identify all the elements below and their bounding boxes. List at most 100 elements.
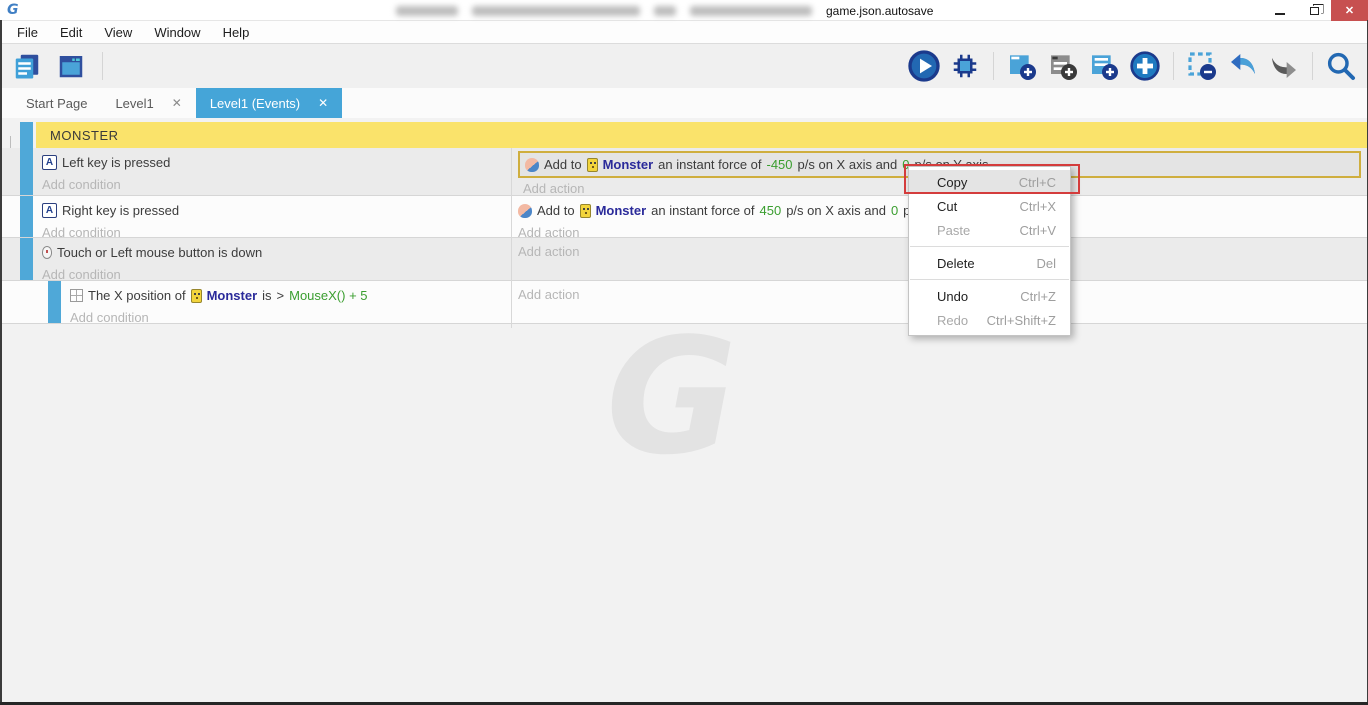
context-menu-item-delete[interactable]: Delete Del	[909, 251, 1070, 275]
menu-window[interactable]: Window	[143, 21, 211, 43]
text-part: p/s on X axis and	[786, 203, 886, 218]
event-bar	[20, 238, 33, 280]
undo-icon	[1227, 50, 1259, 82]
event-bar	[20, 196, 33, 237]
add-subevent-icon	[1088, 50, 1120, 82]
event-group-header[interactable]: MONSTER	[36, 122, 1368, 148]
delete-selection-icon	[1186, 50, 1218, 82]
text-part: Monster	[207, 288, 258, 303]
force-icon	[518, 204, 532, 218]
conditions-cell: A Left key is pressed Add condition	[36, 148, 512, 199]
menu-help[interactable]: Help	[212, 21, 261, 43]
add-comment-button[interactable]	[1046, 50, 1080, 82]
context-menu-item-undo[interactable]: Undo Ctrl+Z	[909, 284, 1070, 308]
text-part: Monster	[596, 203, 647, 218]
event-bar	[48, 281, 61, 323]
menu-file[interactable]: File	[6, 21, 49, 43]
tab-start-page[interactable]: Start Page	[12, 88, 101, 118]
text-part: Monster	[603, 157, 654, 172]
minimize-icon	[1275, 13, 1285, 15]
monster-icon	[587, 158, 598, 172]
monster-icon	[191, 289, 202, 303]
text-part: Add to	[544, 157, 582, 172]
tab-close-icon[interactable]: ✕	[318, 96, 328, 110]
tab-label: Level1 (Events)	[210, 96, 300, 111]
add-comment-icon	[1047, 50, 1079, 82]
add-event-icon	[1006, 50, 1038, 82]
title-bar: G game.json.autosave ✕	[0, 0, 1368, 21]
menu-bar: File Edit View Window Help	[0, 21, 1368, 44]
menu-item-shortcut: Ctrl+Z	[1020, 289, 1056, 304]
tab-bar: Start Page Level1 ✕ Level1 (Events) ✕	[0, 88, 1368, 118]
text-part: The X position of	[88, 288, 186, 303]
text-part: Right key is pressed	[62, 203, 179, 218]
condition-item[interactable]: Touch or Left mouse button is down	[42, 241, 511, 264]
close-button[interactable]: ✕	[1331, 0, 1368, 21]
event-row: A Left key is pressed Add condition Add t…	[0, 148, 1368, 196]
scene-editor-button[interactable]	[54, 50, 88, 82]
text-part: Left key is pressed	[62, 155, 170, 170]
event-row: Touch or Left mouse button is down Add c…	[0, 238, 1368, 281]
text-part: Touch or Left mouse button is down	[57, 245, 262, 260]
menu-item-shortcut: Ctrl+Shift+Z	[987, 313, 1056, 328]
gdevelop-logo-icon: G	[7, 2, 23, 18]
menu-edit[interactable]: Edit	[49, 21, 93, 43]
annotation-highlight	[904, 164, 1080, 194]
scene-editor-icon	[56, 51, 86, 81]
search-button[interactable]	[1324, 50, 1358, 82]
event-bar	[20, 122, 33, 148]
undo-button[interactable]	[1226, 50, 1260, 82]
preview-play-button[interactable]	[907, 50, 941, 82]
position-icon	[70, 289, 83, 302]
menu-item-shortcut: Ctrl+X	[1020, 199, 1056, 214]
add-condition-link[interactable]: Add condition	[42, 174, 511, 195]
text-part: MouseX() + 5	[289, 288, 367, 303]
text-part: an instant force of	[658, 157, 761, 172]
tab-level1[interactable]: Level1 ✕	[101, 88, 195, 118]
text-part: Add to	[537, 203, 575, 218]
add-subevent-button[interactable]	[1087, 50, 1121, 82]
menu-item-label: Paste	[937, 223, 970, 238]
condition-item[interactable]: ARight key is pressed	[42, 199, 511, 222]
restore-button[interactable]	[1297, 0, 1331, 21]
window-title-text: game.json.autosave	[826, 4, 933, 18]
debugger-icon	[950, 51, 980, 81]
project-manager-button[interactable]	[10, 50, 44, 82]
add-other-event-icon	[1129, 50, 1161, 82]
context-menu-item-redo[interactable]: Redo Ctrl+Shift+Z	[909, 308, 1070, 332]
add-event-button[interactable]	[1005, 50, 1039, 82]
minimize-button[interactable]	[1263, 0, 1297, 21]
menu-separator	[910, 246, 1069, 247]
add-other-event-button[interactable]	[1128, 50, 1162, 82]
context-menu-item-paste[interactable]: Paste Ctrl+V	[909, 218, 1070, 242]
mouse-icon	[42, 246, 52, 259]
delete-selection-button[interactable]	[1185, 50, 1219, 82]
monster-icon	[580, 204, 591, 218]
tab-level1-events[interactable]: Level1 (Events) ✕	[196, 88, 342, 118]
keyboard-key-icon: A	[42, 155, 57, 170]
event-bar	[20, 148, 33, 195]
text-part: is	[262, 288, 271, 303]
text-part: an instant force of	[651, 203, 754, 218]
menu-view[interactable]: View	[93, 21, 143, 43]
text-part: -450	[767, 157, 793, 172]
tab-label: Start Page	[26, 96, 87, 111]
redacted-title-segment	[654, 6, 676, 16]
add-condition-link[interactable]: Add condition	[70, 307, 511, 328]
gdevelop-watermark: G	[606, 303, 737, 490]
redacted-title-segment	[396, 6, 458, 16]
debugger-button[interactable]	[948, 50, 982, 82]
tab-close-icon[interactable]: ✕	[172, 96, 182, 110]
menu-item-label: Undo	[937, 289, 968, 304]
condition-item[interactable]: The X position ofMonsteris>MouseX() + 5	[70, 284, 511, 307]
search-icon	[1325, 50, 1357, 82]
event-row: ARight key is pressed Add condition Add …	[0, 196, 1368, 238]
redo-button[interactable]	[1267, 50, 1301, 82]
condition-item[interactable]: A Left key is pressed	[42, 151, 511, 174]
menu-separator	[910, 279, 1069, 280]
conditions-cell: Touch or Left mouse button is down Add c…	[36, 238, 512, 285]
window-title: game.json.autosave	[396, 3, 933, 18]
context-menu-item-cut[interactable]: Cut Ctrl+X	[909, 194, 1070, 218]
text-part: 450	[760, 203, 782, 218]
conditions-cell: ARight key is pressed Add condition	[36, 196, 512, 243]
